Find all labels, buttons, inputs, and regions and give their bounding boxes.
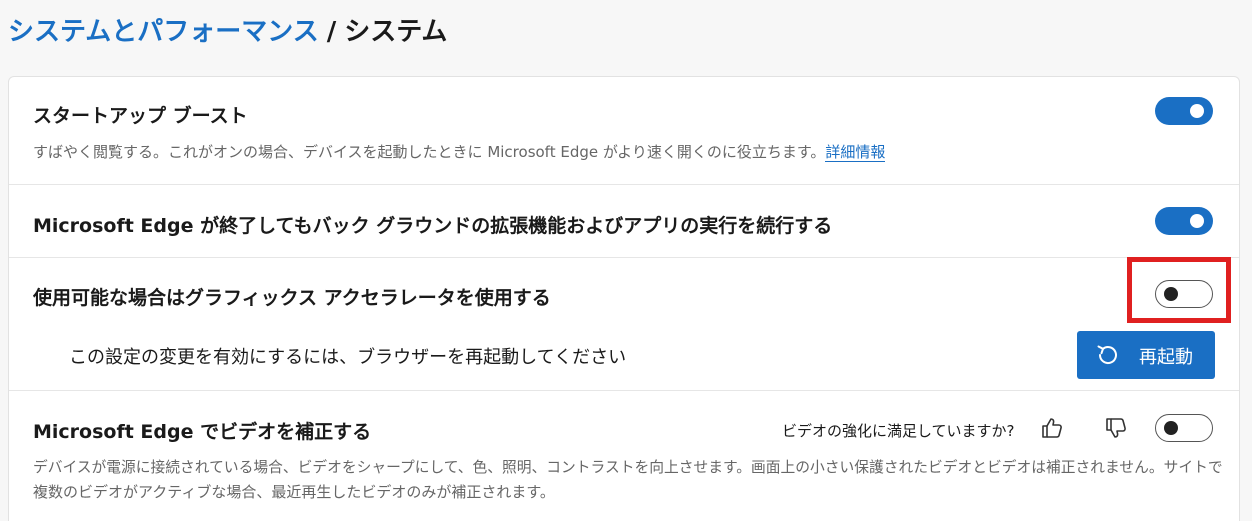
- toggle-knob: [1190, 104, 1204, 118]
- divider: [9, 257, 1239, 258]
- toggle-knob: [1164, 421, 1178, 435]
- thumbs-up-icon[interactable]: [1039, 415, 1065, 441]
- video-enhance-description-line1: デバイスが電源に接続されている場合、ビデオをシャープにして、色、照明、コントラス…: [33, 459, 1223, 476]
- startup-boost-description: すばやく閲覧する。これがオンの場合、デバイスを起動したときに Microsoft…: [33, 141, 886, 163]
- thumbs-down-icon[interactable]: [1103, 415, 1129, 441]
- video-feedback-question: ビデオの強化に満足していますか?: [782, 422, 1015, 440]
- restart-icon: [1097, 345, 1117, 364]
- settings-page: システムとパフォーマンス / システム スタートアップ ブースト すばやく閲覧する。…: [0, 0, 1252, 521]
- video-enhance-toggle[interactable]: [1155, 414, 1213, 442]
- settings-card: スタートアップ ブースト すばやく閲覧する。これがオンの場合、デバイスを起動した…: [8, 76, 1240, 521]
- video-enhance-title: Microsoft Edge でビデオを補正する: [33, 421, 372, 443]
- video-enhance-description-line2: 複数のビデオがアクティブな場合、最近再生したビデオのみが補正されます。: [33, 483, 555, 501]
- startup-boost-toggle[interactable]: [1155, 97, 1213, 125]
- startup-boost-description-text: すばやく閲覧する。これがオンの場合、デバイスを起動したときに Microsoft…: [33, 143, 826, 161]
- restart-button[interactable]: 再起動: [1077, 331, 1215, 379]
- divider: [9, 184, 1239, 185]
- highlight-box: [1127, 257, 1231, 323]
- breadcrumb-separator: /: [326, 17, 337, 47]
- hardware-acceleration-title: 使用可能な場合はグラフィックス アクセラレータを使用する: [33, 287, 551, 309]
- startup-boost-title: スタートアップ ブースト: [33, 105, 248, 127]
- breadcrumb: システムとパフォーマンス / システム: [8, 14, 447, 50]
- breadcrumb-parent-link[interactable]: システムとパフォーマンス: [8, 17, 319, 47]
- page-title: システム: [344, 17, 448, 47]
- toggle-knob: [1190, 214, 1204, 228]
- background-apps-toggle[interactable]: [1155, 207, 1213, 235]
- divider: [9, 390, 1239, 391]
- background-apps-title: Microsoft Edge が終了してもバック グラウンドの拡張機能およびアプ…: [33, 215, 833, 237]
- learn-more-link[interactable]: 詳細情報: [825, 143, 886, 162]
- restart-note: この設定の変更を有効にするには、ブラウザーを再起動してください: [69, 347, 627, 368]
- restart-button-label: 再起動: [1139, 347, 1193, 368]
